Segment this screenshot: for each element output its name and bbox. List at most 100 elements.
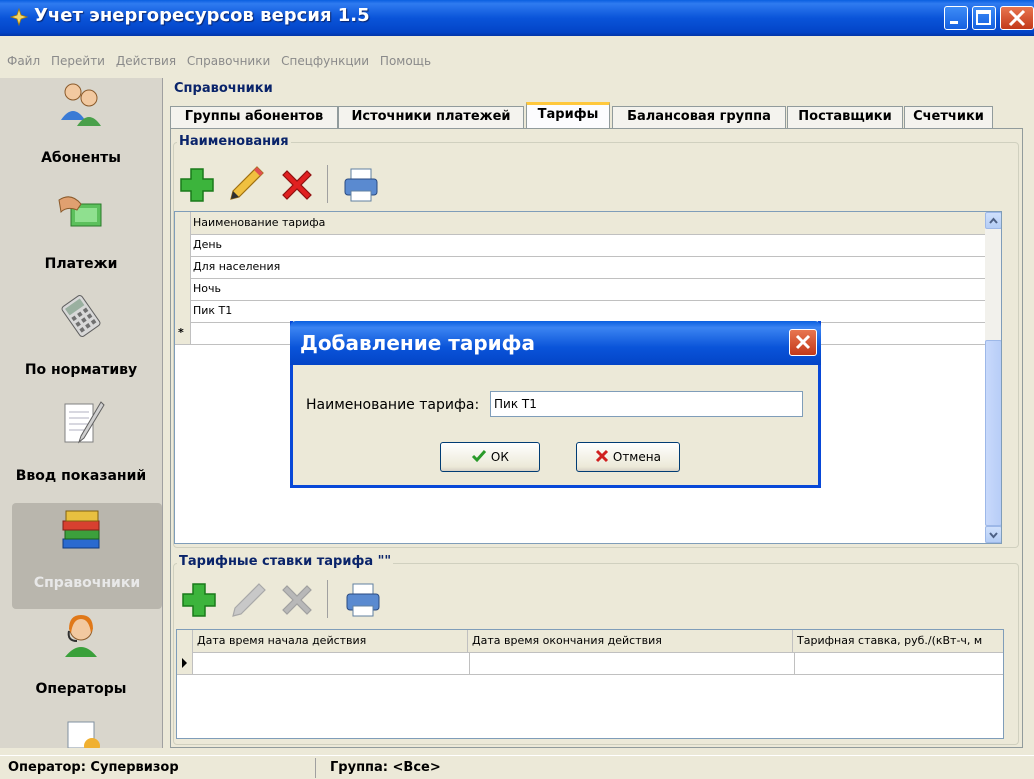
table-row[interactable]: Пик Т1 <box>175 300 987 323</box>
scroll-up-button[interactable] <box>985 212 1001 229</box>
maximize-button[interactable] <box>972 6 996 30</box>
column-header-start-date[interactable]: Дата время начала действия <box>197 630 468 652</box>
sidebar-item-payments[interactable]: Платежи <box>0 184 162 290</box>
new-row-marker: * <box>178 326 184 339</box>
add-icon[interactable] <box>177 165 217 205</box>
sidebar-item-label: Абоненты <box>41 150 121 166</box>
sidebar: Абоненты Платежи По нормативу Ввод показ… <box>0 78 163 748</box>
tab-meters[interactable]: Счетчики <box>904 106 993 128</box>
chevron-up-icon <box>989 217 998 224</box>
delete-icon <box>282 585 312 615</box>
table-row[interactable]: День <box>175 234 987 257</box>
row-header <box>175 234 191 256</box>
row-header <box>175 278 191 300</box>
table-cell[interactable]: Для населения <box>193 256 280 278</box>
row-header <box>175 300 191 322</box>
print-icon[interactable] <box>343 580 383 620</box>
minimize-button[interactable] <box>944 6 968 30</box>
toolbar-separator <box>327 165 328 203</box>
sidebar-item-operators[interactable]: Операторы <box>0 609 162 715</box>
sidebar-item-subscribers[interactable]: Абоненты <box>0 78 162 184</box>
menu-actions[interactable]: Действия <box>116 50 176 72</box>
dialog-title-bar: Добавление тарифа <box>290 321 821 365</box>
edit-pencil-icon <box>232 583 266 617</box>
grid-header: Дата время начала действия Дата время ок… <box>177 630 1003 653</box>
menu-go[interactable]: Перейти <box>51 50 105 72</box>
tab-payment-sources[interactable]: Источники платежей <box>338 106 524 128</box>
delete-icon[interactable] <box>277 165 317 205</box>
table-cell[interactable]: Ночь <box>193 278 221 300</box>
calculator-icon <box>61 295 101 337</box>
table-cell[interactable]: Пик Т1 <box>193 300 232 322</box>
scroll-thumb[interactable] <box>985 340 1001 526</box>
tab-balance-group[interactable]: Балансовая группа <box>612 106 786 128</box>
window-title: Учет энергоресурсов версия 1.5 <box>34 5 370 26</box>
maximize-icon <box>976 10 991 25</box>
tab-tariffs[interactable]: Тарифы <box>526 102 610 129</box>
edit-pencil-icon[interactable] <box>227 163 267 203</box>
row-header <box>177 630 193 652</box>
sidebar-item-label: Ввод показаний <box>15 468 147 484</box>
column-header-rate[interactable]: Тарифная ставка, руб./(кВт-ч, м <box>797 630 1003 652</box>
row-header <box>177 652 193 674</box>
users-icon <box>61 83 101 126</box>
toolbar-separator <box>327 580 328 618</box>
row-header: * <box>175 322 191 344</box>
cancel-x-icon <box>595 449 609 463</box>
sidebar-item-label: Операторы <box>35 681 127 697</box>
tab-subscriber-groups[interactable]: Группы абонентов <box>170 106 338 128</box>
vertical-scrollbar[interactable] <box>985 212 1001 543</box>
operator-headset-icon <box>65 615 97 657</box>
row-header <box>175 212 191 234</box>
menu-file[interactable]: Файл <box>7 50 40 72</box>
cancel-button-label: Отмена <box>612 450 661 464</box>
table-row[interactable] <box>177 652 1003 675</box>
close-icon <box>795 334 811 350</box>
sidebar-item-readings-input[interactable]: Ввод показаний <box>0 396 162 502</box>
add-icon[interactable] <box>179 580 219 620</box>
dialog-close-button[interactable] <box>789 329 817 356</box>
table-row[interactable]: Для населения <box>175 256 987 279</box>
table-cell[interactable]: День <box>193 234 222 256</box>
menu-references[interactable]: Справочники <box>187 50 270 72</box>
cancel-button[interactable]: Отмена <box>576 442 680 472</box>
add-tariff-dialog: Добавление тарифа Наименование тарифа: П… <box>290 321 821 488</box>
print-icon[interactable] <box>341 165 381 205</box>
checkmark-icon <box>472 450 487 463</box>
rates-group-legend: Тарифные ставки тарифа "" <box>177 554 394 569</box>
close-icon <box>1008 9 1026 27</box>
close-button[interactable] <box>1000 6 1034 30</box>
tariff-name-input[interactable]: Пик Т1 <box>490 391 803 417</box>
payment-hand-icon <box>58 196 102 227</box>
section-title: Справочники <box>174 81 273 96</box>
grid-header: Наименование тарифа <box>175 212 1001 235</box>
minimize-icon <box>950 21 958 24</box>
current-row-arrow-icon <box>182 658 187 668</box>
sidebar-item-by-norm[interactable]: По нормативу <box>0 290 162 396</box>
ok-button[interactable]: ОК <box>440 442 540 472</box>
status-operator: Оператор: Супервизор <box>8 760 179 775</box>
status-group: Группа: <Все> <box>330 760 441 775</box>
document-chart-icon <box>67 721 100 748</box>
scroll-down-button[interactable] <box>985 526 1001 543</box>
tariff-rates-grid: Дата время начала действия Дата время ок… <box>176 629 1004 739</box>
column-header-tariff-name[interactable]: Наименование тарифа <box>193 212 325 234</box>
column-header-end-date[interactable]: Дата время окончания действия <box>472 630 793 652</box>
names-group-legend: Наименования <box>177 134 291 149</box>
menu-special-functions[interactable]: Спецфункции <box>281 50 369 72</box>
sidebar-item-label: По нормативу <box>24 362 138 378</box>
chevron-down-icon <box>989 532 998 539</box>
table-row[interactable]: Ночь <box>175 278 987 301</box>
ok-button-label: ОК <box>490 450 509 464</box>
status-bar: Оператор: Супервизор Группа: <Все> <box>0 755 1034 779</box>
sidebar-item-label: Справочники <box>33 575 141 591</box>
sidebar-item-references[interactable]: Справочники <box>12 503 162 609</box>
menu-bar: Файл Перейти Действия Справочники Спецфу… <box>0 50 1034 72</box>
title-bar: Учет энергоресурсов версия 1.5 <box>0 0 1034 36</box>
row-header <box>175 256 191 278</box>
app-icon <box>10 8 28 26</box>
tab-suppliers[interactable]: Поставщики <box>787 106 903 128</box>
menu-help[interactable]: Помощь <box>380 50 431 72</box>
books-icon <box>62 510 100 549</box>
dialog-title: Добавление тарифа <box>300 331 535 355</box>
